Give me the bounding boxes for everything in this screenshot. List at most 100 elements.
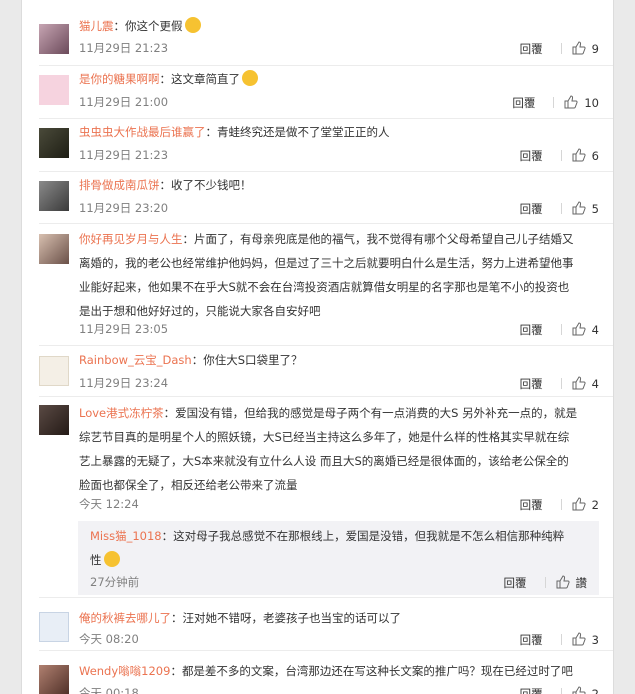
comment-text: 都是差不多的文案，台湾那边还在写这种长文案的推广吗？现在已经过时了吧 [181, 664, 573, 678]
like-button[interactable]: 5 [572, 200, 599, 217]
comment-time: 今天 08:20 [79, 632, 139, 646]
avatar[interactable] [39, 405, 69, 435]
comment-text: 汪对她不错呀，老婆孩子也当宝的话可以了 [182, 611, 402, 625]
smile-emoji [242, 70, 258, 86]
comment-item: 你好再见岁月与人生：片面了，有母亲兜底是他的福气，我不觉得有哪个父母希望自己儿子… [22, 224, 613, 346]
reply-button[interactable]: 回覆 [520, 632, 543, 648]
reply-text-line: 性 [90, 553, 102, 567]
comment-username[interactable]: Wendy嗡嗡1209 [79, 664, 170, 678]
like-button[interactable]: 10 [564, 94, 599, 111]
thumbs-up-icon [572, 41, 586, 55]
thumbs-up-icon [572, 686, 586, 694]
reply-button[interactable]: 回覆 [520, 497, 543, 513]
comment-text: 青蛙终究还是做不了堂堂正正的人 [217, 125, 390, 139]
comment-time: 11月29日 23:24 [79, 376, 169, 390]
thumbs-up-icon [564, 95, 578, 109]
like-button[interactable]: 4 [572, 321, 599, 338]
reply-time: 27分钟前 [90, 575, 140, 589]
avatar[interactable] [39, 24, 69, 54]
comment-time: 11月29日 21:23 [79, 148, 169, 162]
like-button[interactable]: 4 [572, 375, 599, 392]
like-count: 10 [584, 95, 599, 110]
nested-reply: Miss猫_1018：这对母子我总感觉不在那根线上，爱国是没错，但我就是不怎么相… [78, 521, 599, 595]
like-button[interactable]: 讚 [556, 574, 588, 591]
like-count: 2 [591, 686, 599, 694]
comment-username[interactable]: 俺的秋裤去哪儿了 [79, 611, 171, 625]
avatar[interactable] [39, 128, 69, 158]
like-count: 6 [591, 148, 599, 163]
laugh-emoji [103, 551, 120, 567]
comment-text: 这文章简直了 [171, 72, 240, 86]
comment-username[interactable]: 虫虫虫大作战最后谁赢了 [79, 125, 206, 139]
grin-emoji [184, 17, 201, 33]
comment-text-line: 爱国没有错，但给我的感觉是母子两个有一点消费的大S 另外补充一点的，就是 [175, 406, 578, 420]
thumbs-up-icon [572, 376, 586, 390]
comment-text-line: 业能好起来，他如果不在乎大S就不会在台湾投资酒店就算借女明星的名字那也是笔不小的… [79, 280, 570, 294]
like-button[interactable]: 3 [572, 631, 599, 648]
comment-time: 11月29日 23:05 [79, 322, 169, 336]
comment-item: Love港式冻柠茶：爱国没有错，但给我的感觉是母子两个有一点消费的大S 另外补充… [22, 397, 613, 598]
like-count: 3 [591, 632, 599, 647]
like-count: 2 [591, 497, 599, 512]
like-button[interactable]: 2 [572, 496, 599, 513]
comment-time: 今天 12:24 [79, 497, 139, 511]
reply-button[interactable]: 回覆 [520, 686, 543, 694]
like-button[interactable]: 9 [572, 40, 599, 57]
comment-text-line: 是出于想和他好好过的，只能说大家各自安好吧 [79, 304, 321, 318]
like-label: 讚 [575, 575, 588, 590]
comment-username[interactable]: 猫儿震 [79, 19, 114, 33]
reply-button[interactable]: 回覆 [520, 41, 543, 57]
avatar[interactable] [39, 234, 69, 264]
thumbs-up-icon [572, 632, 586, 646]
comment-time: 11月29日 21:23 [79, 41, 169, 55]
comment-username[interactable]: Rainbow_云宝_Dash [79, 353, 192, 367]
comment-text-line: 片面了，有母亲兜底是他的福气，我不觉得有哪个父母希望自己儿子结婚又 [194, 232, 574, 246]
reply-button[interactable]: 回覆 [504, 575, 527, 591]
comment-text: 你住大S口袋里了？ [203, 353, 303, 367]
like-count: 4 [591, 322, 599, 337]
thumbs-up-icon [556, 575, 570, 589]
reply-username[interactable]: Miss猫_1018 [90, 529, 162, 543]
thumbs-up-icon [572, 201, 586, 215]
avatar[interactable] [39, 356, 69, 386]
comment-text: 你这个更假 [125, 19, 183, 33]
comment-item: 排骨做成南瓜饼：收了不少钱吧！ 11月29日 23:20 回覆 5 [22, 172, 613, 224]
thumbs-up-icon [572, 148, 586, 162]
comment-text-line: 艺上暴露的无疑了，大S本来就没有立什么人设 而且大S的离婚已经是很体面的，该给老… [79, 454, 569, 468]
comment-item: 虫虫虫大作战最后谁赢了：青蛙终究还是做不了堂堂正正的人 11月29日 21:23… [22, 119, 613, 172]
like-count: 5 [591, 201, 599, 216]
like-button[interactable]: 6 [572, 147, 599, 164]
comment-item: Wendy嗡嗡1209：都是差不多的文案，台湾那边还在写这种长文案的推广吗？现在… [22, 651, 613, 694]
comment-username[interactable]: 排骨做成南瓜饼 [79, 178, 160, 192]
comment-item: Rainbow_云宝_Dash：你住大S口袋里了？ 11月29日 23:24 回… [22, 346, 613, 397]
reply-button[interactable]: 回覆 [520, 201, 543, 217]
reply-button[interactable]: 回覆 [520, 376, 543, 392]
comment-time: 11月29日 23:20 [79, 201, 169, 215]
comment-username[interactable]: 是你的糖果啊啊 [79, 72, 160, 86]
comment-time: 11月29日 21:00 [79, 95, 169, 109]
avatar[interactable] [39, 75, 69, 105]
comment-time: 今天 00:18 [79, 686, 139, 694]
comment-text-line: 脸面也都保全了，相反还给老公带来了流量 [79, 478, 298, 492]
comment-username[interactable]: 你好再见岁月与人生 [79, 232, 183, 246]
comment-text-line: 离婚的，我的老公也经常维护他妈妈，但是过了三十之后就要明白什么是生活，努力上进希… [79, 256, 574, 270]
reply-text-line: 这对母子我总感觉不在那根线上，爱国是没错，但我就是不怎么相信那种纯粹 [173, 529, 565, 543]
reply-button[interactable]: 回覆 [520, 148, 543, 164]
avatar[interactable] [39, 181, 69, 211]
comment-username[interactable]: Love港式冻柠茶 [79, 406, 164, 420]
thumbs-up-icon [572, 322, 586, 336]
comment-text-line: 综艺节目真的是明星个人的照妖镜，大S已经当主持这么多年了，她是什么样的性格其实早… [79, 430, 570, 444]
comment-text: 收了不少钱吧！ [171, 178, 252, 192]
comment-list: 猫儿震：你这个更假 11月29日 21:23 回覆 9 是你的糖果啊啊：这文章简直… [21, 0, 614, 694]
comment-item: 是你的糖果啊啊：这文章简直了 11月29日 21:00 回覆 10 [22, 66, 613, 119]
thumbs-up-icon [572, 497, 586, 511]
avatar[interactable] [39, 612, 69, 642]
like-count: 9 [591, 41, 599, 56]
like-count: 4 [591, 376, 599, 391]
reply-button[interactable]: 回覆 [512, 95, 535, 111]
reply-button[interactable]: 回覆 [520, 322, 543, 338]
comment-item: 俺的秋裤去哪儿了：汪对她不错呀，老婆孩子也当宝的话可以了 今天 08:20 回覆… [22, 598, 613, 651]
like-button[interactable]: 2 [572, 685, 599, 694]
comment-item: 猫儿震：你这个更假 11月29日 21:23 回覆 9 [22, 0, 613, 66]
avatar[interactable] [39, 665, 69, 694]
